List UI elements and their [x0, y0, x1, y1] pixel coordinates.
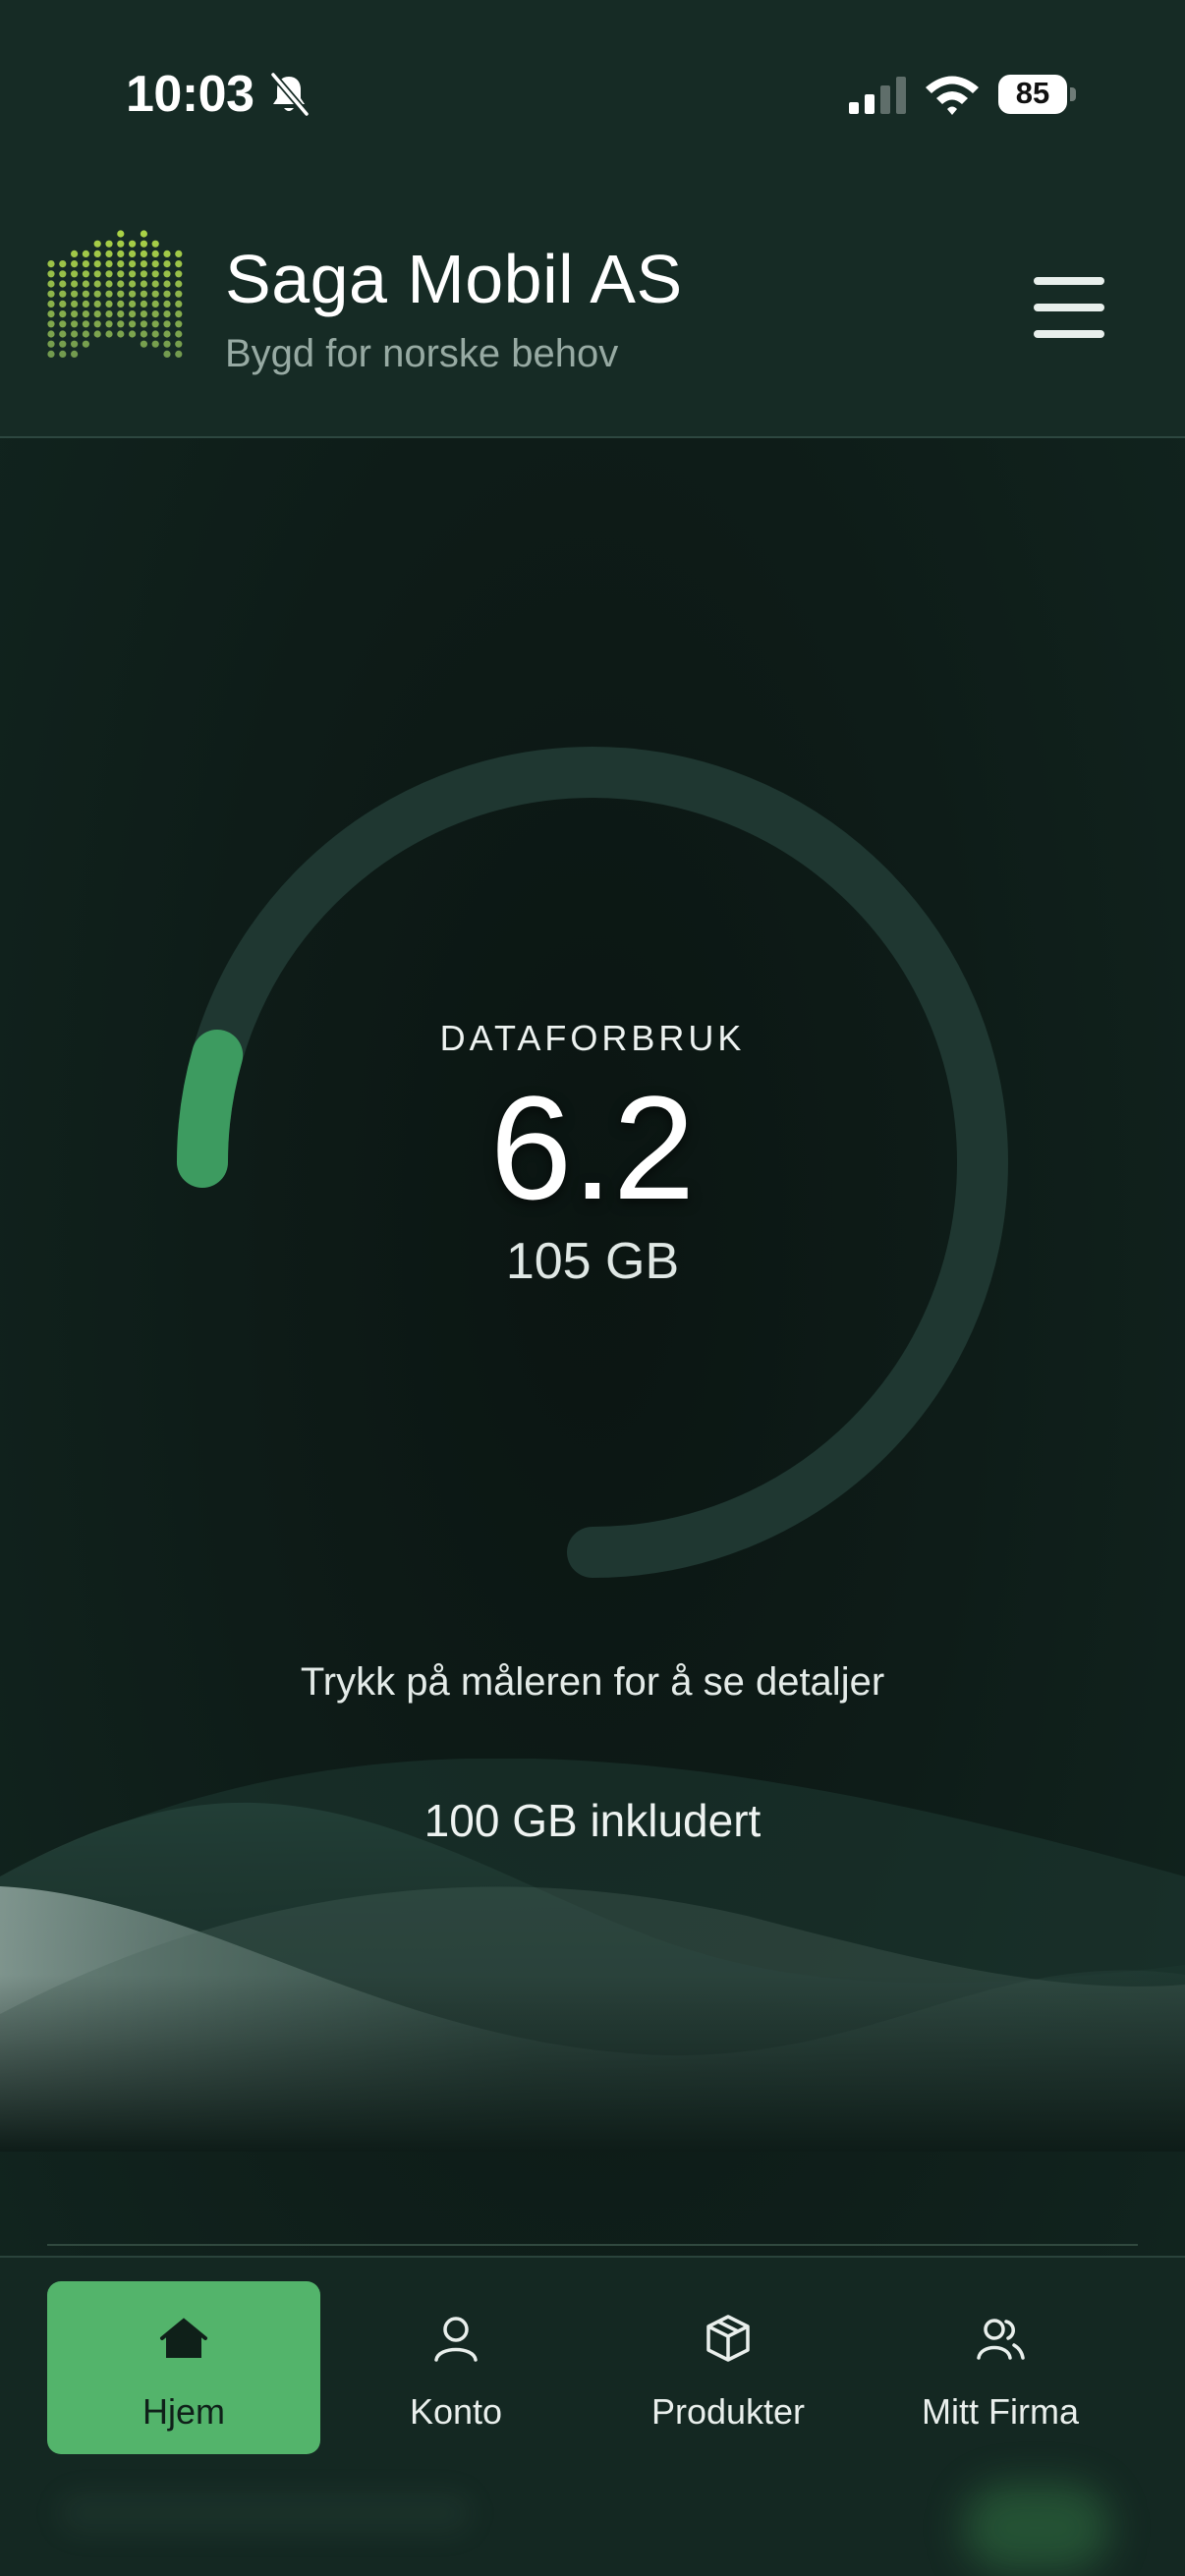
nav-item-hjem[interactable]: Hjem	[47, 2281, 320, 2454]
app-screen: 10:03 85 Saga Mobil AS Bygd for norske b	[0, 0, 1185, 2576]
gauge-value: 6.2	[489, 1065, 696, 1230]
gauge-label: DATAFORBRUK	[439, 1018, 746, 1058]
menu-icon	[1034, 277, 1104, 285]
app-header: Saga Mobil AS Bygd for norske behov	[0, 196, 1185, 438]
status-bar: 10:03 85	[0, 0, 1185, 196]
gauge-hint-text: Trykk på måleren for å se detaljer	[300, 1660, 885, 1704]
status-time: 10:03	[126, 66, 254, 123]
company-logo	[47, 230, 183, 358]
menu-button[interactable]	[1030, 275, 1108, 340]
bottom-navigation: Hjem Konto Produkter Mitt Firma	[0, 2256, 1185, 2576]
gauge-total: 105 GB	[505, 1233, 680, 1290]
included-data-text: 100 GB inkludert	[423, 1795, 762, 1846]
bell-muted-icon	[270, 72, 310, 117]
nav-item-konto[interactable]: Konto	[319, 2281, 592, 2454]
nav-item-label: Produkter	[650, 2391, 806, 2432]
blurred-content	[59, 2493, 472, 2533]
nav-item-label: Mitt Firma	[922, 2391, 1079, 2432]
users-icon	[977, 2319, 1025, 2360]
nav-item-label: Konto	[409, 2391, 503, 2432]
nav-item-label: Hjem	[141, 2391, 225, 2432]
app-subtitle: Bygd for norske behov	[225, 332, 619, 375]
home-icon	[160, 2318, 207, 2358]
nav-item-produkter[interactable]: Produkter	[592, 2281, 865, 2454]
nav-item-mitt-firma[interactable]: Mitt Firma	[864, 2281, 1137, 2454]
divider	[47, 2244, 1138, 2246]
battery-level: 85	[1015, 76, 1050, 110]
wifi-icon	[926, 76, 979, 115]
blurred-content	[963, 2484, 1110, 2572]
battery-indicator: 85	[998, 75, 1077, 114]
app-title: Saga Mobil AS	[225, 241, 683, 317]
box-icon	[706, 2315, 750, 2362]
user-icon	[434, 2317, 478, 2362]
cellular-signal-icon	[849, 77, 906, 114]
